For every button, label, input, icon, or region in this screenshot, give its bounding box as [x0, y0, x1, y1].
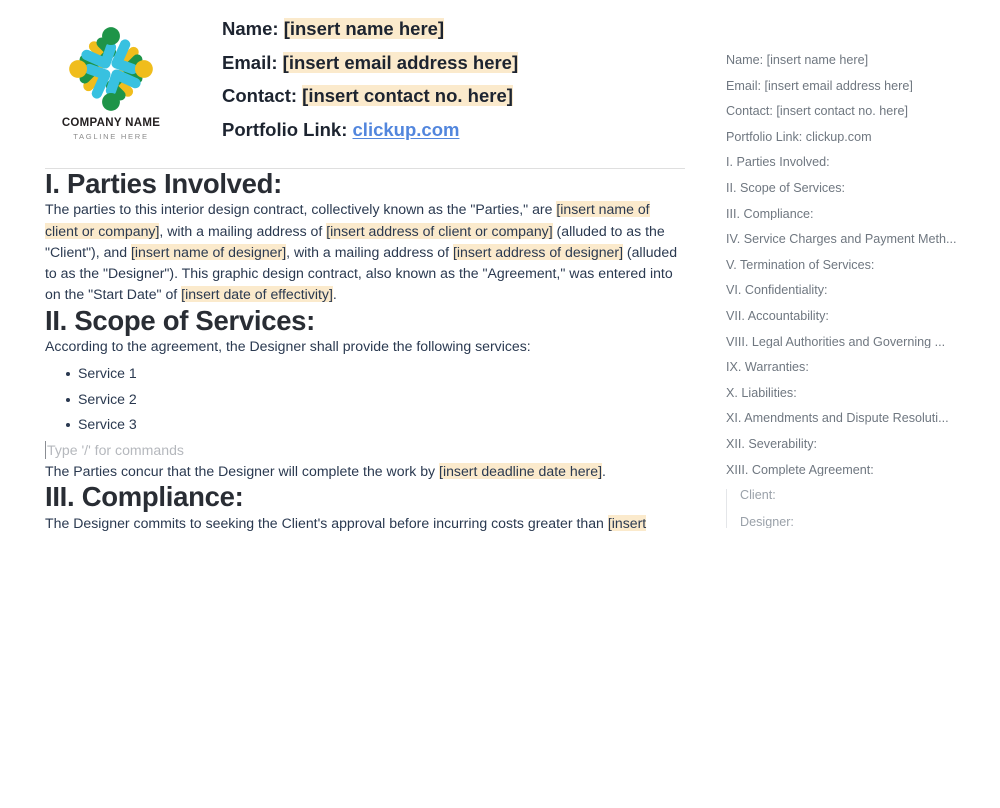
outline-item-amendments[interactable]: XI. Amendments and Dispute Resoluti... — [726, 412, 958, 425]
placeholder-deadline-date[interactable]: [insert deadline date here] — [439, 463, 603, 480]
contact-email-value[interactable]: [insert email address here] — [282, 51, 519, 73]
outline-item-portfolio-link[interactable]: Portfolio Link: clickup.com — [726, 131, 958, 144]
outline-item-legal-authorities[interactable]: VIII. Legal Authorities and Governing ..… — [726, 336, 958, 349]
command-placeholder-text: Type '/' for commands — [47, 442, 184, 459]
heading-scope-of-services: II. Scope of Services: — [45, 304, 316, 336]
placeholder-cost-threshold[interactable]: [insert — [607, 514, 647, 531]
outline-item-complete-agreement[interactable]: XIII. Complete Agreement: — [726, 464, 958, 477]
contact-phone-value[interactable]: [insert contact no. here] — [302, 85, 513, 106]
text-run: , with a mailing address of — [286, 243, 453, 260]
list-item[interactable]: Service 1 — [66, 361, 685, 387]
outline-item-confidentiality[interactable]: VI. Confidentiality: — [726, 284, 958, 297]
list-item[interactable]: Service 2 — [66, 387, 685, 413]
contact-portfolio-line: Portfolio Link: clickup.com — [222, 118, 705, 140]
outline-item-email[interactable]: Email: [insert email address here] — [726, 80, 958, 93]
text-run: The parties to this interior design cont… — [45, 201, 557, 218]
logo-company-name: COMPANY NAME — [61, 117, 161, 129]
outline-item-liabilities[interactable]: X. Liabilities: — [726, 387, 958, 400]
text-run: The Designer commits to seeking the Clie… — [45, 514, 608, 531]
empty-line-command-placeholder[interactable]: Type '/' for commands — [45, 440, 685, 461]
paragraph-services-intro[interactable]: According to the agreement, the Designer… — [45, 336, 683, 357]
text-cursor — [45, 441, 46, 460]
text-run: . — [602, 463, 606, 480]
paragraph-compliance[interactable]: The Designer commits to seeking the Clie… — [45, 513, 683, 534]
heading-parties-involved: I. Parties Involved: — [45, 168, 283, 199]
portfolio-link[interactable]: clickup.com — [353, 119, 460, 140]
paragraph-parties-involved[interactable]: The parties to this interior design cont… — [45, 199, 683, 305]
heading-compliance: III. Compliance: — [45, 481, 244, 513]
outline-item-parties-involved[interactable]: I. Parties Involved: — [726, 156, 958, 169]
outline-item-compliance[interactable]: III. Compliance: — [726, 208, 958, 221]
document-body: I. Parties Involved: The parties to this… — [0, 168, 705, 534]
placeholder-designer-address[interactable]: [insert address of designer] — [452, 243, 623, 260]
document-content: COMPANY NAME TAGLINE HERE Name: [insert … — [0, 0, 705, 808]
outline-item-designer[interactable]: Designer: — [740, 516, 972, 529]
list-item[interactable]: Service 3 — [66, 412, 685, 438]
placeholder-client-address[interactable]: [insert address of client or company] — [326, 222, 553, 239]
text-run: The Parties concur that the Designer wil… — [45, 463, 440, 480]
outline-item-service-charges[interactable]: IV. Service Charges and Payment Meth... — [726, 233, 958, 246]
services-list: Service 1 Service 2 Service 3 — [45, 361, 685, 438]
company-logo-block: COMPANY NAME TAGLINE HERE — [0, 10, 222, 141]
contact-name-line: Name: [insert name here] — [222, 18, 705, 39]
contact-name-value[interactable]: [insert name here] — [283, 18, 445, 39]
document-header: COMPANY NAME TAGLINE HERE Name: [insert … — [0, 0, 705, 141]
document-page: COMPANY NAME TAGLINE HERE Name: [insert … — [0, 0, 1000, 808]
placeholder-designer-name[interactable]: [insert name of designer] — [131, 243, 287, 260]
outline-subitems-group: Client: Designer: — [726, 489, 992, 529]
outline-item-name[interactable]: Name: [insert name here] — [726, 54, 958, 67]
placeholder-effectivity-date[interactable]: [insert date of effectivity] — [181, 286, 333, 303]
outline-item-severability[interactable]: XII. Severability: — [726, 438, 958, 451]
document-outline-panel: Name: [insert name here] Email: [insert … — [705, 0, 1000, 808]
contact-email-label: Email: — [222, 51, 278, 73]
contact-info-block: Name: [insert name here] Email: [insert … — [222, 10, 705, 139]
contact-portfolio-label: Portfolio Link: — [222, 118, 348, 140]
company-logo-icon — [69, 27, 153, 111]
text-run: . — [332, 286, 337, 303]
contact-name-label: Name: — [222, 18, 279, 39]
outline-item-termination[interactable]: V. Termination of Services: — [726, 259, 958, 272]
outline-item-client[interactable]: Client: — [740, 489, 972, 502]
text-run: , with a mailing address of — [159, 222, 327, 239]
outline-item-scope-of-services[interactable]: II. Scope of Services: — [726, 182, 958, 195]
logo-tagline: TAGLINE HERE — [73, 132, 149, 141]
outline-item-warranties[interactable]: IX. Warranties: — [726, 361, 958, 374]
outline-item-contact[interactable]: Contact: [insert contact no. here] — [726, 105, 958, 118]
contact-email-line: Email: [insert email address here] — [222, 51, 705, 73]
paragraph-deadline[interactable]: The Parties concur that the Designer wil… — [45, 461, 683, 482]
contact-phone-line: Contact: [insert contact no. here] — [222, 85, 705, 106]
contact-phone-label: Contact: — [222, 85, 298, 106]
outline-item-accountability[interactable]: VII. Accountability: — [726, 310, 958, 323]
